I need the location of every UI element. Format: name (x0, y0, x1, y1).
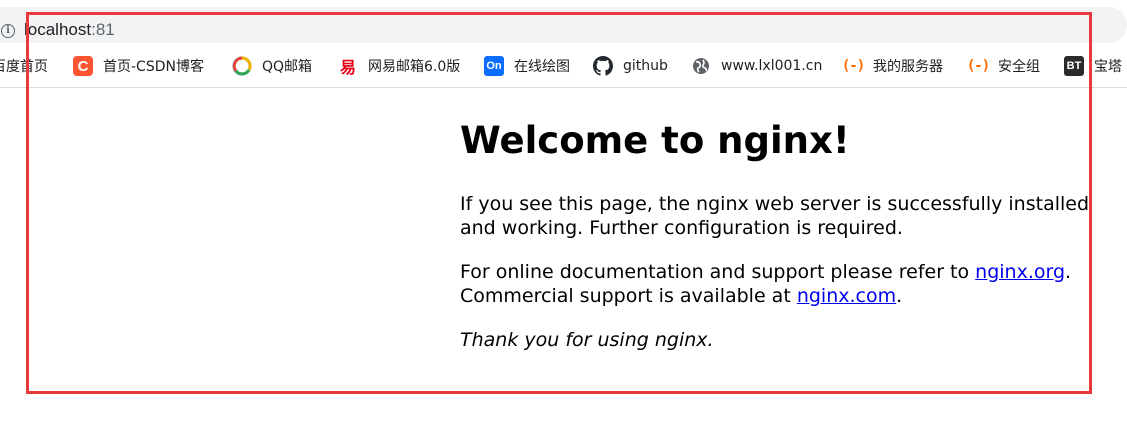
url-text[interactable]: localhost:81 (24, 20, 115, 40)
aliyun-icon: (-) (841, 58, 865, 74)
bookmark-label: 安全组 (998, 59, 1040, 75)
browser-window: i localhost:81 百度首页 C 首页-CSDN博客 QQ邮箱 (0, 0, 1127, 441)
bookmark-netease-mail[interactable]: 易 网易邮箱6.0版 (338, 55, 460, 77)
qq-mail-icon (232, 56, 252, 76)
bookmark-label: 网易邮箱6.0版 (368, 59, 461, 75)
commercial-text: Commercial support is available at (460, 285, 797, 307)
url-host: localhost (24, 20, 92, 39)
url-field[interactable]: i localhost:81 (0, 7, 1127, 43)
bookmark-label: 我的服务器 (873, 59, 943, 75)
bookmark-processon[interactable]: On 在线绘图 (484, 55, 570, 77)
bookmarks-bar: 百度首页 C 首页-CSDN博客 QQ邮箱 易 网易邮箱6.0版 On 在线 (0, 44, 1127, 88)
bookmark-qq-mail[interactable]: QQ邮箱 (232, 55, 312, 77)
bookmark-baota[interactable]: BT 宝塔 (1064, 55, 1122, 77)
nginx-com-link[interactable]: nginx.com (797, 285, 896, 307)
bookmark-security-group[interactable]: (-) 安全组 (966, 55, 1040, 77)
nginx-org-link[interactable]: nginx.org (975, 261, 1065, 283)
github-icon (593, 56, 613, 76)
intro-paragraph: If you see this page, the nginx web serv… (460, 193, 1090, 239)
thanks-text: Thank you for using nginx. (460, 329, 714, 351)
bookmark-label: 在线绘图 (514, 59, 570, 75)
aliyun-icon: (-) (966, 58, 990, 74)
info-icon[interactable]: i (1, 24, 15, 38)
bookmark-label: QQ邮箱 (262, 59, 313, 75)
bookmark-label: 首页-CSDN博客 (103, 59, 204, 75)
globe-icon (691, 56, 711, 76)
bookmark-my-server[interactable]: (-) 我的服务器 (841, 55, 943, 77)
netease-mail-icon: 易 (339, 58, 356, 77)
nginx-welcome-content: Welcome to nginx! If you see this page, … (460, 118, 1100, 372)
commercial-text-period: . (896, 285, 903, 307)
bookmark-github[interactable]: github (593, 55, 668, 77)
support-text-period: . (1065, 261, 1072, 283)
bookmark-label: 百度首页 (0, 59, 48, 75)
address-bar: i localhost:81 (0, 0, 1127, 44)
csdn-icon: C (73, 56, 93, 76)
bookmark-label: www.lxl001.cn (721, 58, 823, 74)
support-text: For online documentation and support ple… (460, 261, 976, 283)
bookmark-label: github (623, 58, 668, 74)
bookmark-baidu[interactable]: 百度首页 (0, 55, 48, 77)
thanks-paragraph: Thank you for using nginx. (460, 328, 1100, 352)
bookmark-csdn[interactable]: C 首页-CSDN博客 (73, 55, 204, 77)
processon-icon: On (484, 56, 504, 76)
url-port: :81 (91, 20, 115, 39)
bookmark-lxl001[interactable]: www.lxl001.cn (691, 55, 822, 77)
support-paragraph: For online documentation and support ple… (460, 260, 1100, 308)
bt-icon: BT (1064, 56, 1084, 76)
page-title: Welcome to nginx! (460, 119, 850, 162)
bookmark-label: 宝塔 (1094, 59, 1122, 75)
